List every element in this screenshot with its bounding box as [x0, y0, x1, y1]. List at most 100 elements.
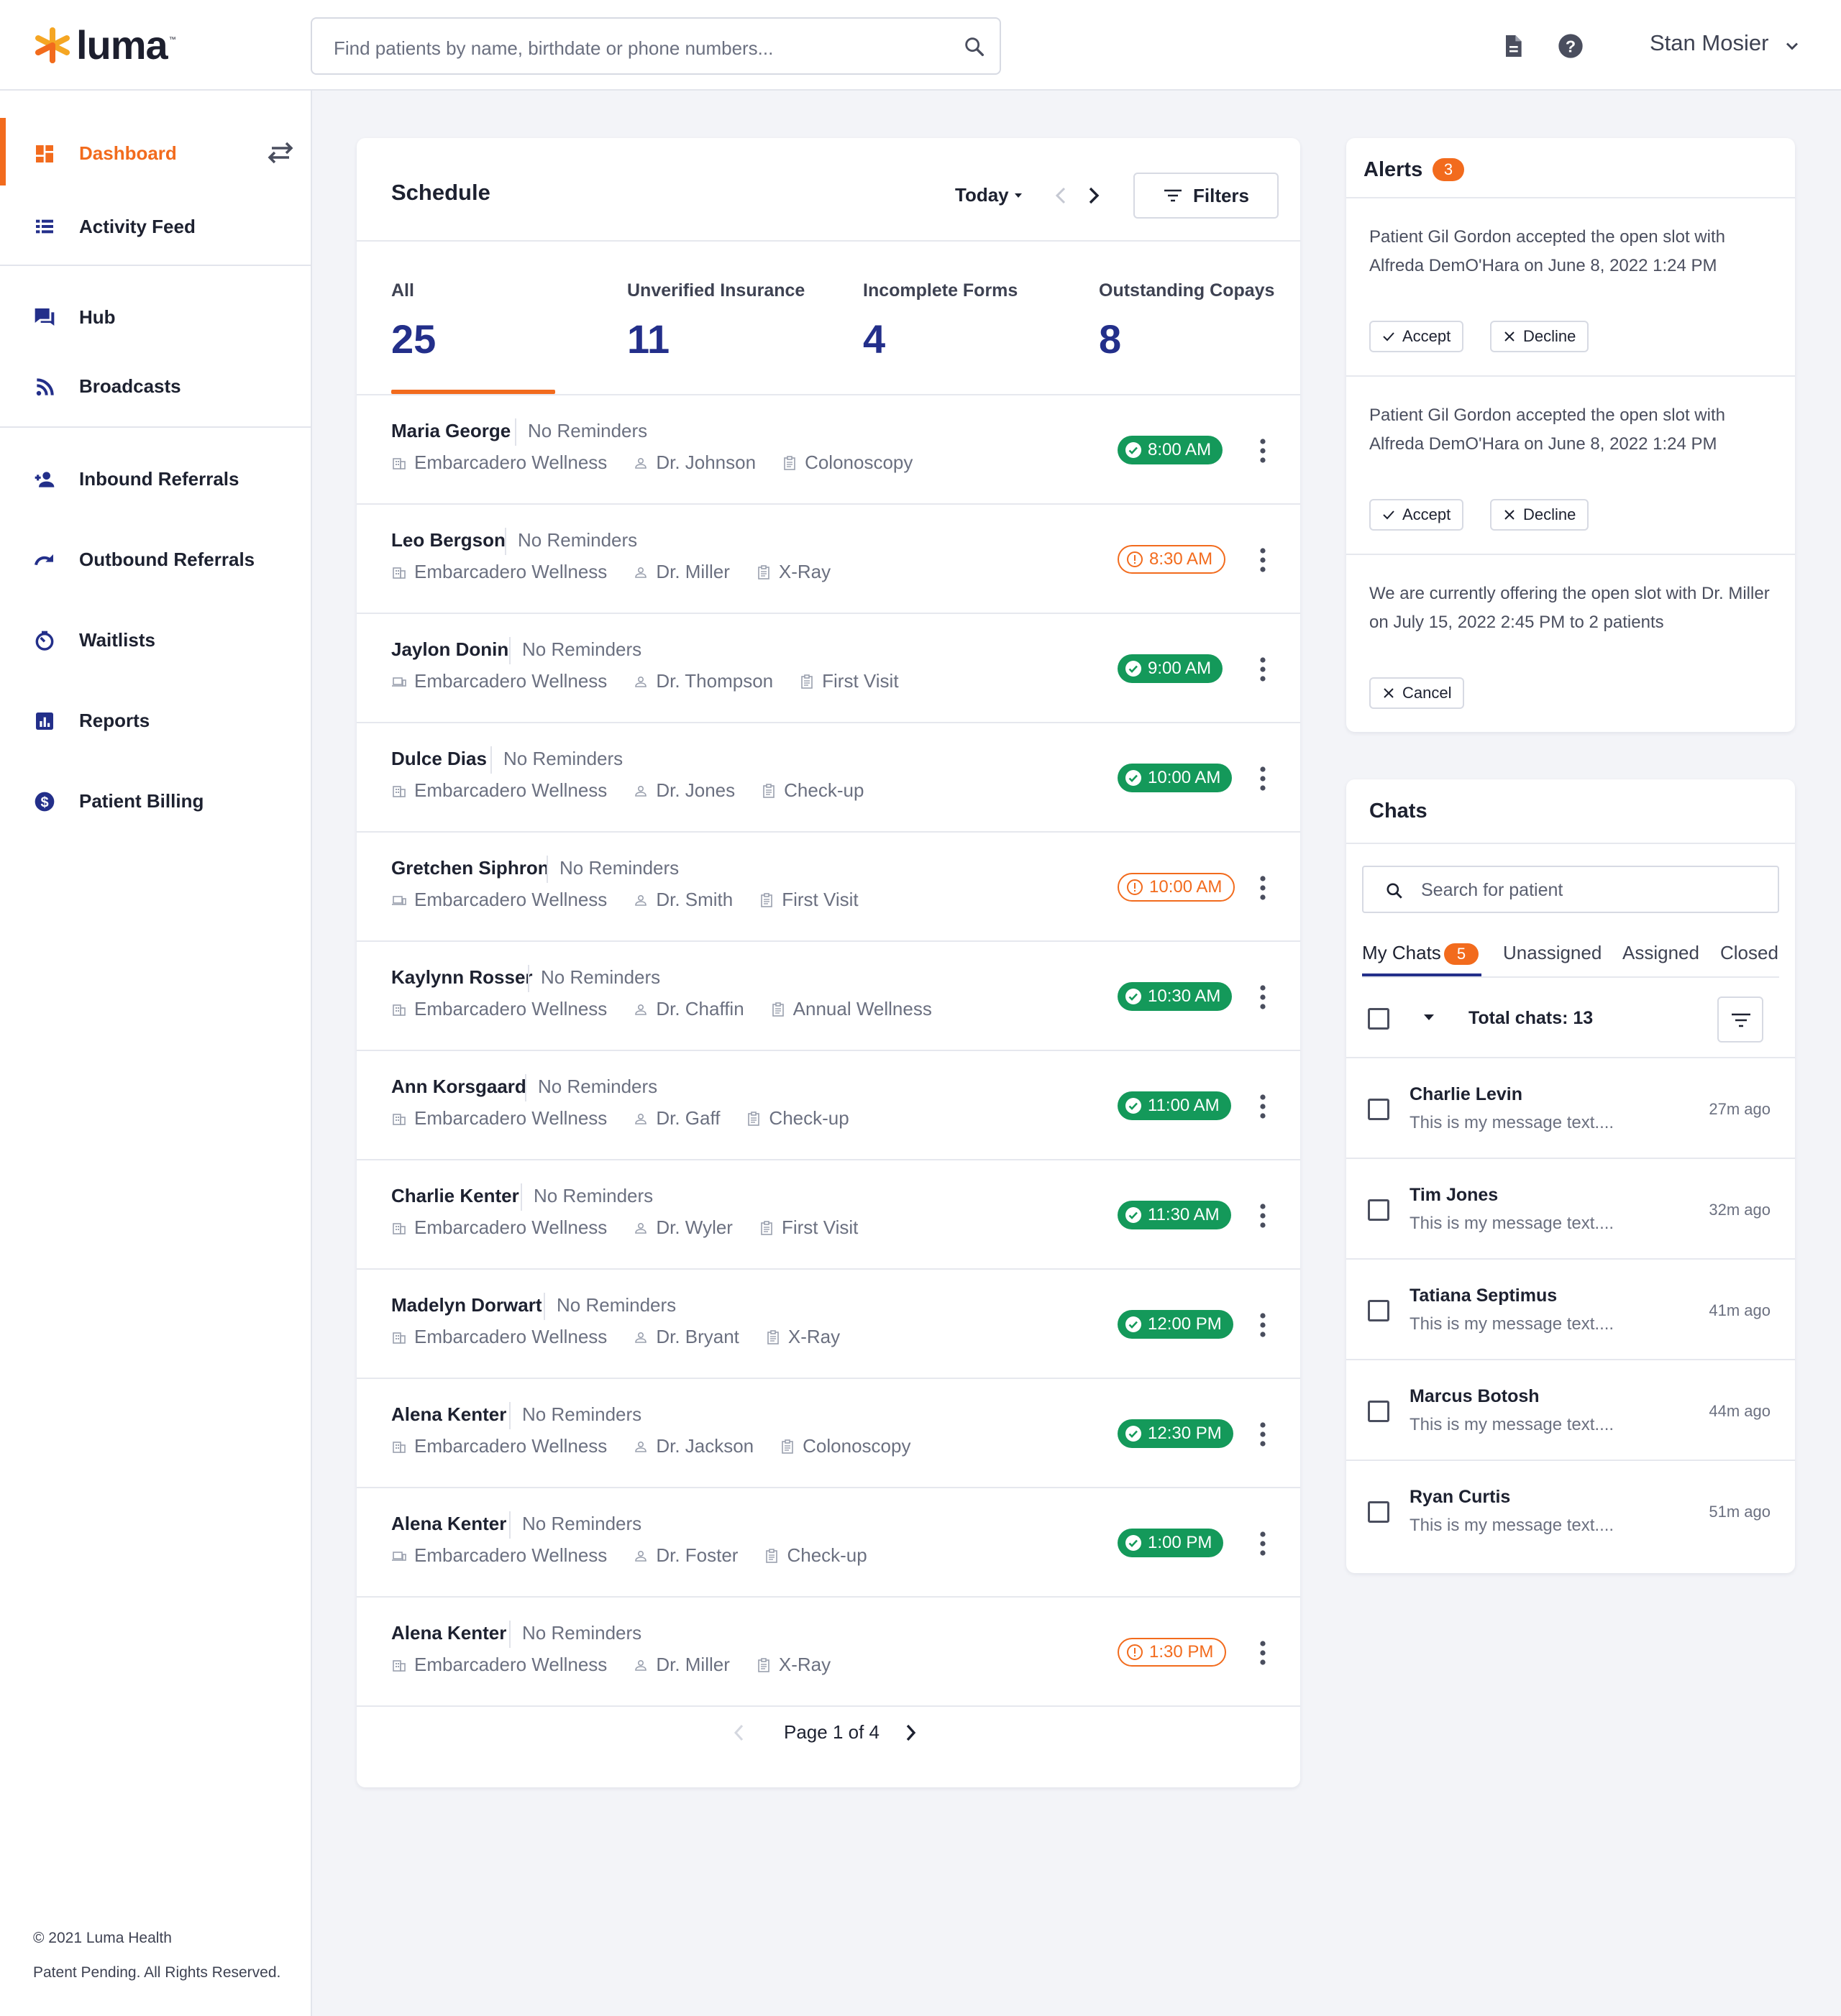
patient-name[interactable]: Ann Korsgaard [391, 1076, 526, 1098]
appointment-row[interactable]: Leo Bergson No Reminders Embarcadero Welln… [357, 505, 1300, 614]
chevron-left-icon[interactable] [1050, 183, 1072, 209]
accept-button[interactable]: Accept [1369, 321, 1464, 352]
appointment-row[interactable]: Madelyn Dorwart No Reminders Embarcadero W… [357, 1270, 1300, 1379]
appointment-time-badge[interactable]: 12:30 PM [1118, 1419, 1233, 1448]
person-add-icon [35, 472, 55, 487]
more-vertical-icon[interactable] [1258, 1639, 1267, 1667]
chevron-right-icon[interactable] [1083, 183, 1105, 209]
cancel-button[interactable]: Cancel [1369, 677, 1465, 709]
appointment-row[interactable]: Charlie Kenter No Reminders Embarcadero We… [357, 1160, 1300, 1270]
sidebar-item-broadcasts[interactable]: Broadcasts [0, 349, 311, 423]
chat-checkbox[interactable] [1368, 1300, 1389, 1321]
patient-name[interactable]: Leo Bergson [391, 529, 506, 551]
appointment-time-badge[interactable]: 11:30 AM [1118, 1201, 1231, 1229]
appointment-row[interactable]: Kaylynn Rosser No Reminders Embarcadero We… [357, 942, 1300, 1051]
chat-search-input[interactable]: Search for patient [1362, 866, 1779, 913]
appointment-time-badge[interactable]: 12:00 PM [1118, 1310, 1233, 1339]
appointment-row[interactable]: Alena Kenter No Reminders Embarcadero Well… [357, 1488, 1300, 1598]
appointment-time-badge[interactable]: 10:00 AM [1118, 873, 1235, 902]
appointment-row[interactable]: Jaylon Donin No Reminders Embarcadero Well… [357, 614, 1300, 723]
appointment-row[interactable]: Maria George No Reminders Embarcadero Well… [357, 395, 1300, 505]
sidebar-item-patient-billing[interactable]: $ Patient Billing [0, 764, 311, 838]
user-name[interactable]: Stan Mosier [1650, 30, 1768, 56]
more-vertical-icon[interactable] [1258, 1421, 1267, 1448]
tab-my-chats[interactable]: My Chats [1362, 942, 1441, 964]
chat-row[interactable]: Tatiana Septimus This is my message text.… [1346, 1258, 1795, 1359]
chat-checkbox[interactable] [1368, 1401, 1389, 1422]
appointment-time: 12:00 PM [1148, 1314, 1222, 1334]
more-vertical-icon[interactable] [1258, 437, 1267, 464]
chat-row[interactable]: Charlie Levin This is my message text....… [1346, 1057, 1795, 1158]
select-all-checkbox[interactable] [1368, 1008, 1389, 1030]
more-vertical-icon[interactable] [1258, 1530, 1267, 1557]
chevron-right-icon[interactable] [902, 1721, 919, 1744]
patient-name[interactable]: Alena Kenter [391, 1622, 506, 1644]
filters-button[interactable]: Filters [1133, 173, 1279, 219]
sidebar-item-activity-feed[interactable]: Activity Feed [0, 180, 311, 273]
patient-name[interactable]: Alena Kenter [391, 1513, 506, 1535]
stat-all[interactable]: All 25 [391, 280, 436, 362]
swap-arrows-icon[interactable] [266, 139, 295, 165]
appointment-row[interactable]: Alena Kenter No Reminders Embarcadero Well… [357, 1598, 1300, 1707]
more-vertical-icon[interactable] [1258, 1202, 1267, 1229]
appointment-row[interactable]: Alena Kenter No Reminders Embarcadero Well… [357, 1379, 1300, 1488]
more-vertical-icon[interactable] [1258, 1093, 1267, 1120]
sidebar-item-reports[interactable]: Reports [0, 683, 311, 758]
caret-down-icon[interactable] [1011, 188, 1025, 203]
more-vertical-icon[interactable] [1258, 1311, 1267, 1339]
patient-name[interactable]: Kaylynn Rosser [391, 966, 533, 989]
patient-name[interactable]: Madelyn Dorwart [391, 1294, 542, 1316]
patient-name[interactable]: Jaylon Donin [391, 638, 508, 661]
luma-logo[interactable]: luma ™ [33, 25, 176, 65]
appointment-time-badge[interactable]: 9:00 AM [1118, 654, 1223, 683]
chat-row[interactable]: Marcus Botosh This is my message text....… [1346, 1359, 1795, 1460]
sidebar-item-waitlists[interactable]: Waitlists [0, 602, 311, 677]
more-vertical-icon[interactable] [1258, 984, 1267, 1011]
more-vertical-icon[interactable] [1258, 874, 1267, 902]
appointment-time-badge[interactable]: 8:00 AM [1118, 436, 1223, 464]
accept-button[interactable]: Accept [1369, 499, 1464, 531]
sidebar-item-inbound-referrals[interactable]: Inbound Referrals [0, 441, 311, 516]
appointment-row[interactable]: Ann Korsgaard No Reminders Embarcadero Wel… [357, 1051, 1300, 1160]
patient-search-input[interactable]: Find patients by name, birthdate or phon… [311, 17, 1001, 75]
tab-assigned[interactable]: Assigned [1622, 942, 1699, 964]
stat-outstanding-copays[interactable]: Outstanding Copays 8 [1099, 280, 1274, 362]
more-vertical-icon[interactable] [1258, 765, 1267, 792]
chat-checkbox[interactable] [1368, 1199, 1389, 1221]
decline-button[interactable]: Decline [1490, 499, 1589, 531]
appointment-time-badge[interactable]: 10:30 AM [1118, 982, 1233, 1011]
chat-checkbox[interactable] [1368, 1501, 1389, 1523]
chat-row[interactable]: Tim Jones This is my message text.... 32m … [1346, 1158, 1795, 1258]
more-vertical-icon[interactable] [1258, 656, 1267, 683]
appointment-row[interactable]: Gretchen Siphron No Reminders Embarcadero … [357, 833, 1300, 942]
caret-down-icon[interactable] [1421, 1011, 1437, 1024]
appointment-time-badge[interactable]: 1:30 PM [1118, 1638, 1227, 1667]
chat-filter-button[interactable] [1717, 996, 1763, 1043]
stat-unverified-insurance[interactable]: Unverified Insurance 11 [627, 280, 805, 362]
patient-name[interactable]: Alena Kenter [391, 1403, 506, 1426]
stat-incomplete-forms[interactable]: Incomplete Forms 4 [863, 280, 1018, 362]
appointment-time-badge[interactable]: 11:00 AM [1118, 1091, 1231, 1120]
help-icon[interactable]: ? [1556, 32, 1585, 60]
chevron-left-icon[interactable] [731, 1721, 748, 1744]
date-filter-dropdown[interactable]: Today [955, 184, 1009, 206]
document-icon[interactable] [1499, 32, 1527, 60]
sidebar-item-outbound-referrals[interactable]: Outbound Referrals [0, 522, 311, 597]
chat-row[interactable]: Ryan Curtis This is my message text.... 51… [1346, 1460, 1795, 1560]
patient-name[interactable]: Gretchen Siphron [391, 857, 549, 879]
patient-name[interactable]: Maria George [391, 420, 511, 442]
appointment-time-badge[interactable]: 10:00 AM [1118, 764, 1233, 792]
chat-checkbox[interactable] [1368, 1099, 1389, 1120]
patient-name[interactable]: Charlie Kenter [391, 1185, 519, 1207]
tab-closed[interactable]: Closed [1720, 942, 1778, 964]
appointment-row[interactable]: Dulce Dias No Reminders Embarcadero Wellne… [357, 723, 1300, 833]
search-icon[interactable] [962, 35, 987, 59]
more-vertical-icon[interactable] [1258, 546, 1267, 574]
decline-button[interactable]: Decline [1490, 321, 1589, 352]
patient-name[interactable]: Dulce Dias [391, 748, 487, 770]
appointment-time-badge[interactable]: 8:30 AM [1118, 545, 1226, 574]
chevron-down-icon[interactable] [1782, 36, 1802, 56]
appointment-time-badge[interactable]: 1:00 PM [1118, 1529, 1224, 1557]
sidebar-item-hub[interactable]: Hub [0, 280, 311, 354]
tab-unassigned[interactable]: Unassigned [1503, 942, 1602, 964]
